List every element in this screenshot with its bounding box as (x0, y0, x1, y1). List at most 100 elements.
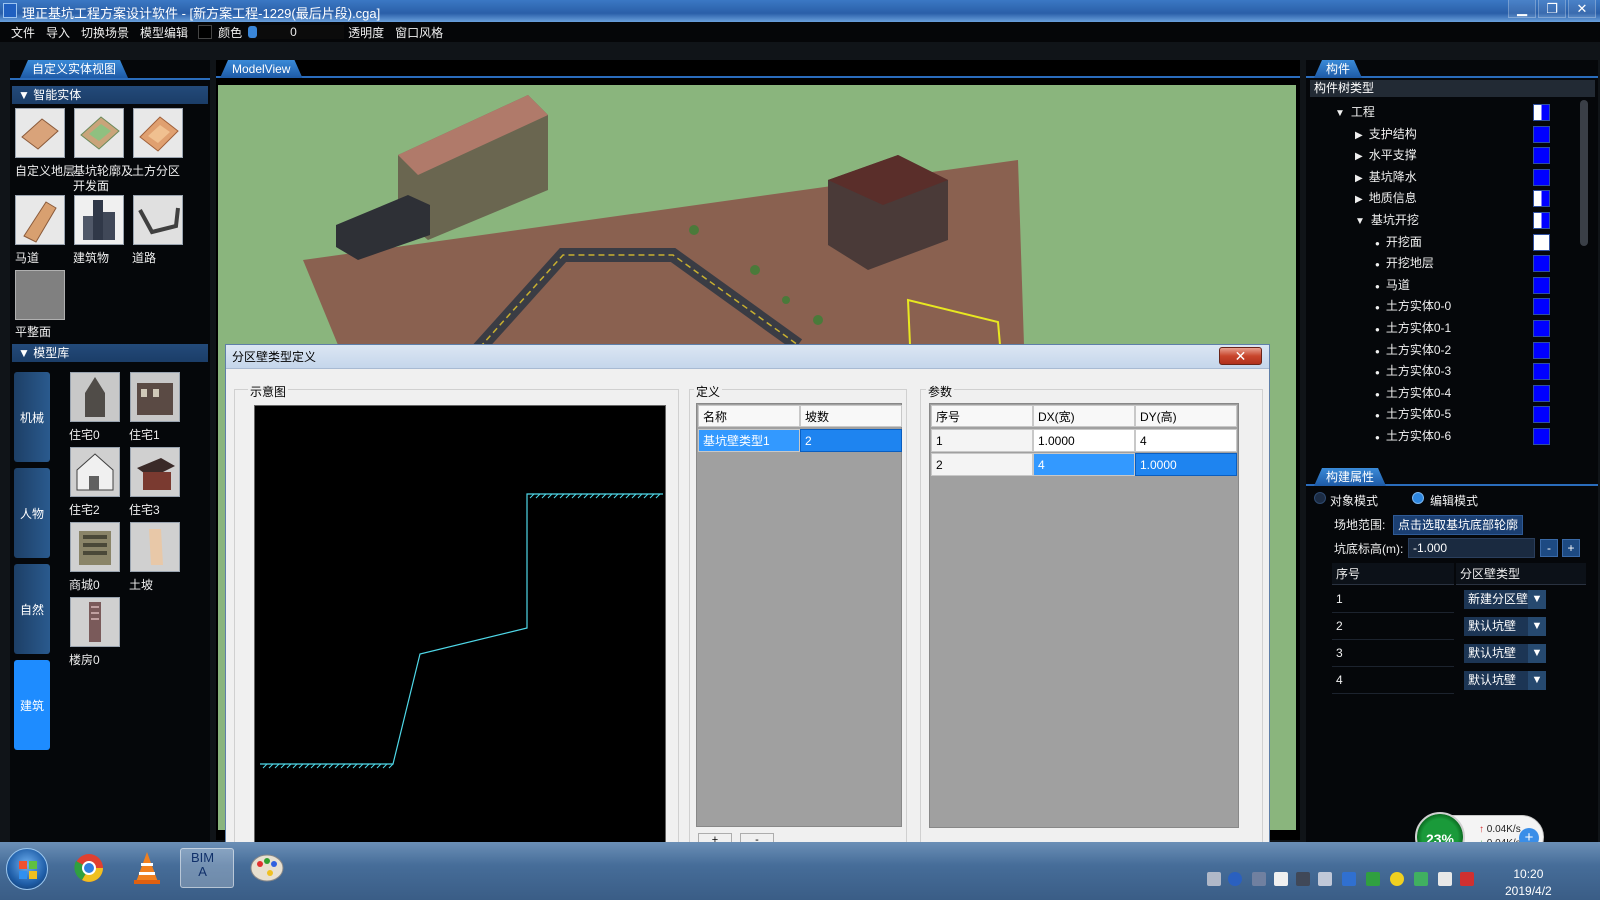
tab-model-view[interactable]: ModelView (220, 60, 302, 78)
slope-thumb[interactable] (130, 522, 180, 572)
color-swatch[interactable] (1533, 406, 1550, 424)
menu-file[interactable]: 文件 (11, 24, 35, 41)
color-swatch[interactable] (1533, 341, 1550, 359)
tree-item[interactable]: ● 开挖面 (1375, 232, 1422, 252)
transparency-slider[interactable]: 0 (248, 25, 345, 39)
collapsed-icon[interactable]: ▶ (1355, 173, 1363, 184)
360-icon[interactable] (1390, 872, 1404, 886)
param-dy-cell[interactable]: 4 (1135, 429, 1237, 452)
tree-item[interactable]: ● 土方实体0-4 (1375, 383, 1451, 403)
system-clock[interactable]: 10:20 2019/4/2 (1505, 866, 1552, 900)
color-swatch[interactable] (1533, 384, 1550, 402)
param-seq-cell[interactable]: 1 (931, 429, 1033, 452)
flag-icon[interactable] (1460, 872, 1474, 886)
section-smart-entities[interactable]: ▼ 智能实体 (12, 86, 208, 104)
color-swatch[interactable] (1533, 320, 1550, 337)
dialog-close-button[interactable]: ✕ (1219, 347, 1262, 365)
increment-button[interactable]: + (1562, 539, 1580, 557)
radio-object-mode[interactable] (1314, 492, 1326, 504)
pit-outline-icon[interactable] (74, 108, 124, 158)
keyboard-icon[interactable] (1207, 872, 1221, 886)
side-tab-buildings[interactable]: 建筑 (14, 660, 50, 750)
ramp-icon[interactable] (15, 195, 65, 245)
chevron-down-icon[interactable]: ▼ (1528, 671, 1546, 690)
tree-item[interactable]: ▶ 基坑降水 (1355, 167, 1417, 187)
earthwork-zone-icon[interactable] (133, 108, 183, 158)
color-swatch[interactable] (1533, 168, 1550, 186)
menu-window-style[interactable]: 窗口风格 (395, 24, 443, 41)
radio-edit-mode[interactable] (1412, 492, 1424, 504)
color-swatch[interactable] (1533, 212, 1550, 229)
mall0-thumb[interactable] (70, 522, 120, 572)
select-pit-outline-button[interactable]: 点击选取基坑底部轮廓 (1393, 515, 1524, 535)
vlc-icon[interactable] (120, 848, 174, 888)
monitor-icon[interactable] (1438, 872, 1452, 886)
collapsed-icon[interactable]: ▶ (1355, 151, 1363, 162)
param-seq-cell[interactable]: 2 (931, 453, 1033, 476)
wall-type-dropdown[interactable]: 默认坑壁 ▼ (1464, 644, 1546, 663)
chevron-down-icon[interactable]: ▼ (1528, 617, 1546, 636)
security-icon[interactable] (1342, 872, 1356, 886)
house3-thumb[interactable] (130, 447, 180, 497)
custom-stratum-icon[interactable] (15, 108, 65, 158)
color-swatch[interactable] (1533, 428, 1550, 445)
tree-item[interactable]: ▶ 地质信息 (1355, 188, 1417, 208)
volume-muted-icon[interactable] (1318, 872, 1332, 886)
color-swatch[interactable] (1533, 276, 1550, 294)
side-tab-nature[interactable]: 自然 (14, 564, 50, 654)
tree-item[interactable]: ● 土方实体0-2 (1375, 340, 1451, 360)
wall-type-dropdown[interactable]: 默认坑壁 ▼ (1464, 617, 1546, 636)
tree-scrollbar[interactable] (1580, 100, 1588, 246)
tree-item[interactable]: ▼ 工程 (1335, 102, 1375, 122)
wall-type-dropdown[interactable]: 默认坑壁 ▼ (1464, 671, 1546, 690)
tree-item[interactable]: ▼ 基坑开挖 (1355, 210, 1419, 230)
menu-import[interactable]: 导入 (46, 24, 70, 41)
tree-item[interactable]: ● 土方实体0-0 (1375, 296, 1451, 316)
tab-build-properties[interactable]: 构建属性 (1314, 468, 1386, 486)
param-dx-cell[interactable]: 4 (1033, 453, 1135, 476)
tree-item[interactable]: ● 开挖地层 (1375, 253, 1434, 273)
definition-name-cell[interactable]: 基坑壁类型1 (698, 429, 800, 452)
pit-bottom-input[interactable]: -1.000 (1408, 538, 1535, 558)
chevron-down-icon[interactable]: ▼ (1528, 644, 1546, 663)
tree-item[interactable]: ● 马道 (1375, 275, 1410, 295)
road-icon[interactable] (133, 195, 183, 245)
chrome-icon[interactable] (62, 848, 116, 888)
color-swatch[interactable] (1533, 255, 1550, 273)
tree-item[interactable]: ● 土方实体0-1 (1375, 318, 1451, 338)
tree-item[interactable]: ● 土方实体0-3 (1375, 361, 1451, 381)
pen-icon[interactable] (1274, 872, 1288, 886)
color-swatch[interactable] (1533, 104, 1550, 121)
house0-thumb[interactable] (70, 372, 120, 422)
menu-model-edit[interactable]: 模型编辑 (140, 24, 188, 41)
building-icon[interactable] (74, 195, 124, 245)
definition-slope-count-cell[interactable]: 2 (800, 429, 902, 452)
bim-app-icon[interactable]: BIM A (180, 848, 234, 888)
tree-item[interactable]: ● 土方实体0-5 (1375, 404, 1451, 424)
color-swatch[interactable] (1533, 125, 1550, 143)
tree-item[interactable]: ▶ 水平支撑 (1355, 145, 1417, 165)
flat-surface-icon[interactable] (15, 270, 65, 320)
color-swatch[interactable] (198, 25, 213, 39)
tab-custom-entity-view[interactable]: 自定义实体视图 (20, 60, 128, 78)
help-icon[interactable] (1228, 872, 1242, 886)
chevron-down-icon[interactable]: ▼ (1528, 590, 1546, 609)
tree-item[interactable]: ● 土方实体0-6 (1375, 426, 1451, 446)
slider-knob[interactable] (248, 26, 258, 38)
expanded-icon[interactable]: ▼ (1335, 108, 1345, 119)
shield-icon[interactable] (1366, 872, 1380, 886)
color-swatch[interactable] (1533, 363, 1550, 381)
collapsed-icon[interactable]: ▶ (1355, 194, 1363, 205)
tower0-thumb[interactable] (70, 597, 120, 647)
house2-thumb[interactable] (70, 447, 120, 497)
expanded-icon[interactable]: ▼ (1355, 216, 1365, 227)
close-button[interactable]: ✕ (1568, 0, 1596, 18)
color-swatch[interactable] (1533, 298, 1550, 316)
param-dy-cell[interactable]: 1.0000 (1135, 453, 1237, 476)
color-swatch[interactable] (1533, 190, 1550, 208)
house1-thumb[interactable] (130, 372, 180, 422)
tree-item[interactable]: ▶ 支护结构 (1355, 124, 1417, 144)
side-tab-machinery[interactable]: 机械 (14, 372, 50, 462)
tray-arrow-icon[interactable] (1252, 872, 1266, 886)
side-tab-people[interactable]: 人物 (14, 468, 50, 558)
